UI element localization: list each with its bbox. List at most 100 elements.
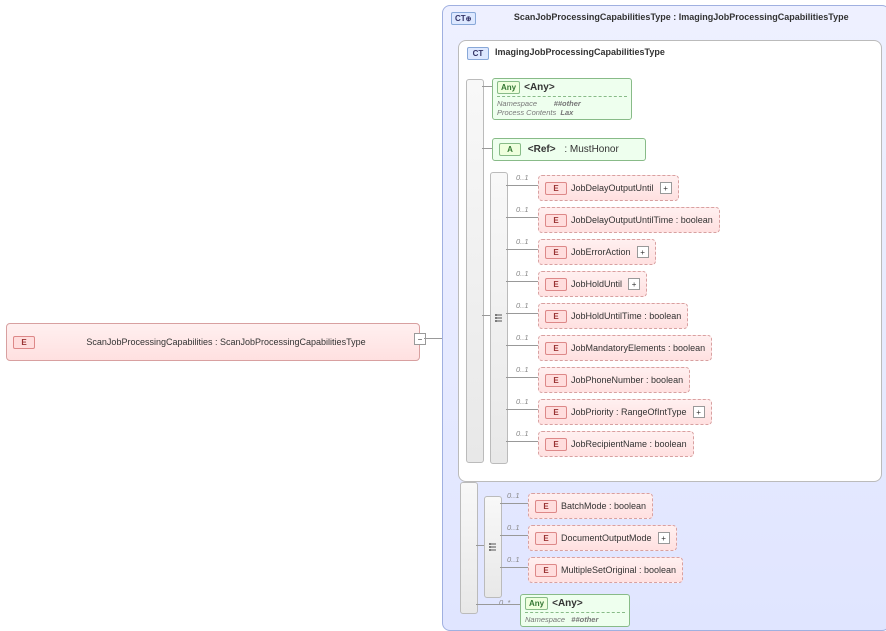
cardinality: 0..1 xyxy=(516,237,529,246)
expander-icon[interactable]: + xyxy=(693,406,705,418)
root-expander[interactable]: − xyxy=(414,333,426,345)
element-node[interactable]: E JobDelayOutputUntil + xyxy=(538,175,679,201)
connector xyxy=(424,338,442,339)
element-label: JobRecipientName : boolean xyxy=(571,439,687,449)
element-badge: E xyxy=(535,500,557,513)
connector xyxy=(482,148,492,149)
outer-ct-header: CT⊕ ScanJobProcessingCapabilitiesType : … xyxy=(447,10,885,27)
ref-label: <Ref> xyxy=(528,144,556,155)
expander-icon[interactable]: + xyxy=(628,278,640,290)
cardinality: 0..1 xyxy=(516,269,529,278)
any2-ns: ##other xyxy=(571,615,598,624)
element-node[interactable]: E JobPhoneNumber : boolean xyxy=(538,367,690,393)
element-badge: E xyxy=(545,342,567,355)
connector xyxy=(506,185,538,186)
cardinality: 0..1 xyxy=(507,555,520,564)
element-badge: E xyxy=(545,214,567,227)
attribute-ref: A <Ref> : MustHonor xyxy=(492,138,646,161)
element-badge: E xyxy=(545,438,567,451)
any-pc-label: Process Contents xyxy=(497,108,556,117)
any-ns: ##other xyxy=(554,99,581,108)
element-badge: E xyxy=(535,532,557,545)
attribute-badge: A xyxy=(499,143,521,156)
connector xyxy=(506,409,538,410)
any-badge: Any xyxy=(497,81,520,94)
inner-sequence xyxy=(490,172,508,464)
inner-ct-header: CT ImagingJobProcessingCapabilitiesType xyxy=(463,45,877,62)
expander-icon[interactable]: + xyxy=(658,532,670,544)
cardinality: 0..1 xyxy=(516,333,529,342)
any-badge: Any xyxy=(525,597,548,610)
element-node[interactable]: E JobErrorAction + xyxy=(538,239,656,265)
inner-rail xyxy=(466,79,484,463)
element-badge: E xyxy=(13,336,35,349)
any-label: <Any> xyxy=(524,82,555,93)
connector xyxy=(500,567,528,568)
element-label: JobHoldUntil xyxy=(571,279,622,289)
element-node[interactable]: E JobMandatoryElements : boolean xyxy=(538,335,712,361)
cardinality: 0..1 xyxy=(516,365,529,374)
element-label: BatchMode : boolean xyxy=(561,501,646,511)
connector xyxy=(506,281,538,282)
inner-ct-label: ImagingJobProcessingCapabilitiesType xyxy=(495,47,665,57)
expander-icon[interactable]: + xyxy=(637,246,649,258)
any-ns-label: Namespace xyxy=(497,99,537,108)
element-badge: E xyxy=(545,246,567,259)
element-badge: E xyxy=(545,182,567,195)
element-node[interactable]: E JobRecipientName : boolean xyxy=(538,431,694,457)
outer-ct-label: ScanJobProcessingCapabilitiesType : Imag… xyxy=(482,12,881,22)
outer-sequence-rail xyxy=(460,482,478,614)
element-badge: E xyxy=(535,564,557,577)
ct-badge: CT xyxy=(467,47,489,60)
element-label: JobErrorAction xyxy=(571,247,631,257)
cardinality: 0..1 xyxy=(507,523,520,532)
element-node[interactable]: E JobPriority : RangeOfIntType + xyxy=(538,399,712,425)
cardinality: 0..1 xyxy=(516,397,529,406)
connector xyxy=(506,441,538,442)
connector xyxy=(482,86,492,87)
connector xyxy=(506,217,538,218)
any2-label: <Any> xyxy=(552,598,583,609)
element-label: JobDelayOutputUntilTime : boolean xyxy=(571,215,713,225)
connector xyxy=(482,315,490,316)
element-label: JobHoldUntilTime : boolean xyxy=(571,311,681,321)
connector xyxy=(500,503,528,504)
element-label: MultipleSetOriginal : boolean xyxy=(561,565,676,575)
any-block: Any <Any> Namespace ##other Process Conte… xyxy=(492,78,632,120)
any-pc: Lax xyxy=(560,108,573,117)
connector xyxy=(506,377,538,378)
element-badge: E xyxy=(545,278,567,291)
element-label: JobPhoneNumber : boolean xyxy=(571,375,683,385)
connector xyxy=(506,313,538,314)
element-node[interactable]: E JobDelayOutputUntilTime : boolean xyxy=(538,207,720,233)
cardinality: 0..1 xyxy=(516,301,529,310)
connector xyxy=(500,535,528,536)
cardinality: 0..1 xyxy=(507,491,520,500)
element-node[interactable]: E DocumentOutputMode + xyxy=(528,525,677,551)
any-block-bottom: Any <Any> Namespace ##other xyxy=(520,594,630,627)
cardinality: 0..1 xyxy=(516,173,529,182)
connector xyxy=(476,604,520,605)
element-node[interactable]: E BatchMode : boolean xyxy=(528,493,653,519)
ref-type: : MustHonor xyxy=(564,144,618,155)
connector xyxy=(506,345,538,346)
any2-ns-label: Namespace xyxy=(525,615,565,624)
expander-icon[interactable]: + xyxy=(660,182,672,194)
root-element[interactable]: E ScanJobProcessingCapabilities : ScanJo… xyxy=(6,323,420,361)
element-label: JobDelayOutputUntil xyxy=(571,183,654,193)
element-node[interactable]: E JobHoldUntil + xyxy=(538,271,647,297)
element-label: DocumentOutputMode xyxy=(561,533,652,543)
cardinality: 0..1 xyxy=(516,429,529,438)
cardinality: 0..1 xyxy=(516,205,529,214)
element-node[interactable]: E JobHoldUntilTime : boolean xyxy=(538,303,688,329)
cardinality: 0..* xyxy=(499,598,510,607)
ct-badge: CT⊕ xyxy=(451,12,476,25)
element-node[interactable]: E MultipleSetOriginal : boolean xyxy=(528,557,683,583)
connector xyxy=(476,545,484,546)
element-badge: E xyxy=(545,406,567,419)
outer-sequence xyxy=(484,496,502,598)
element-badge: E xyxy=(545,310,567,323)
root-label: ScanJobProcessingCapabilities : ScanJobP… xyxy=(39,337,413,347)
element-label: JobMandatoryElements : boolean xyxy=(571,343,705,353)
element-badge: E xyxy=(545,374,567,387)
